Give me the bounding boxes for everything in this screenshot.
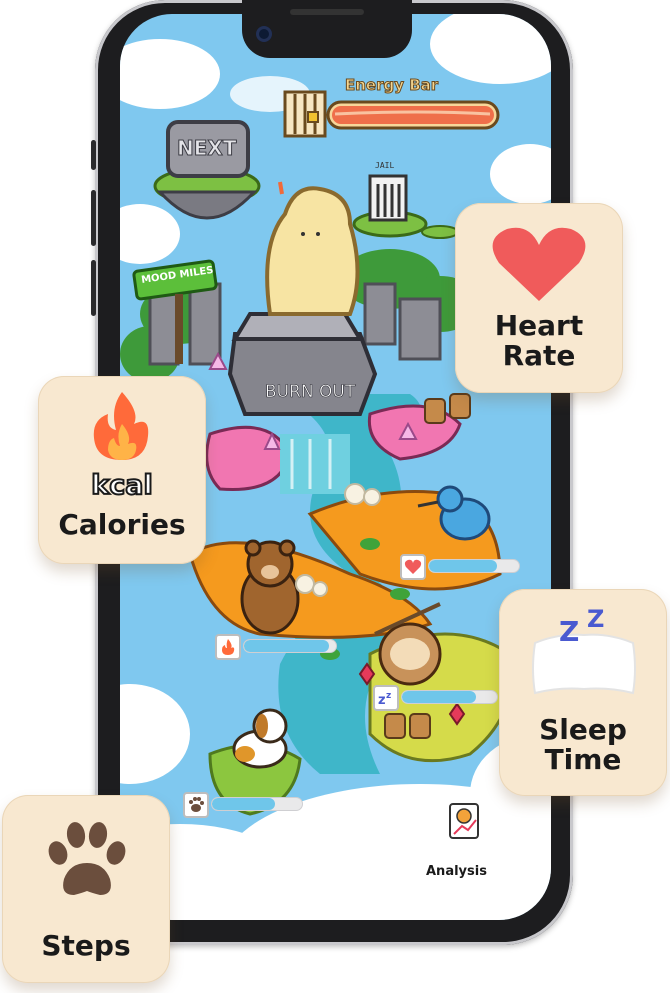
heart-rate-label-line2: Rate	[502, 339, 576, 372]
svg-text:Z: Z	[587, 605, 604, 633]
calories-card[interactable]: kcal Calories	[38, 376, 206, 564]
heart-rate-card[interactable]: Heart Rate	[455, 203, 623, 393]
analysis-button-label[interactable]: Analysis	[426, 864, 487, 879]
paw-icon	[183, 792, 209, 818]
burn-out-label[interactable]: BURN OUT	[265, 382, 356, 403]
sleep-time-card[interactable]: Z Z Sleep Time	[499, 589, 667, 796]
sleep-mini-bar: zz	[373, 685, 498, 711]
svg-text:z: z	[378, 693, 386, 708]
svg-text:z: z	[386, 691, 391, 701]
zzz-icon: zz	[373, 685, 399, 711]
paw-icon	[48, 822, 126, 895]
pillow-zzz-icon: Z Z	[532, 605, 636, 695]
heart-icon	[492, 227, 586, 301]
steps-label: Steps	[41, 929, 131, 962]
sleep-time-label-line2: Time	[544, 743, 622, 776]
jail-sign[interactable]: JAIL	[375, 161, 394, 170]
sleep-bar-fill	[402, 691, 477, 703]
fire-icon	[93, 392, 149, 460]
heart-rate-label-line1: Heart	[494, 309, 584, 342]
volume-down-button	[91, 260, 96, 316]
heart-icon	[400, 554, 426, 580]
sleep-time-label-line1: Sleep	[539, 713, 627, 746]
steps-mini-bar	[183, 792, 308, 818]
front-camera	[256, 26, 272, 42]
next-sign[interactable]: NEXT	[176, 136, 236, 161]
calories-mini-bar	[215, 634, 340, 660]
fire-icon	[215, 634, 241, 660]
calories-bar-fill	[244, 640, 329, 652]
steps-card[interactable]: Steps	[2, 795, 170, 983]
kcal-text: kcal	[90, 469, 153, 502]
heart-bar-fill	[429, 560, 497, 572]
svg-text:Z: Z	[559, 615, 579, 648]
calories-label: Calories	[58, 508, 186, 541]
steps-bar-fill	[212, 798, 275, 810]
heart-mini-bar	[400, 554, 520, 580]
energy-bar-label: Energy Bar	[344, 76, 439, 95]
volume-up-button	[91, 190, 96, 246]
mute-switch	[91, 140, 96, 170]
phone-speaker	[290, 9, 364, 15]
energy-bar-fill	[332, 106, 494, 124]
